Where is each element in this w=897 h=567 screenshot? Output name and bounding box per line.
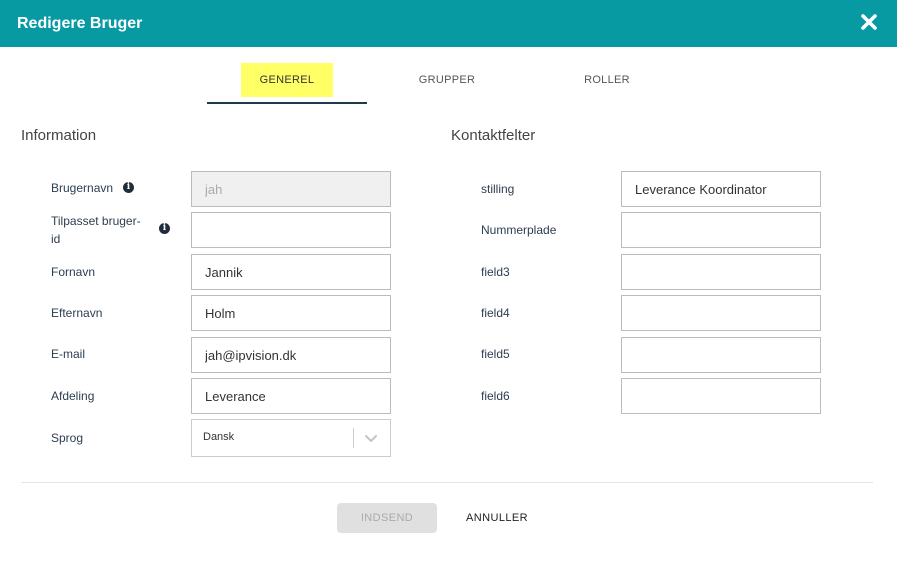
dialog-header: Redigere Bruger	[0, 0, 897, 47]
afdeling-field[interactable]	[191, 378, 391, 414]
email-label: E-mail	[51, 347, 86, 361]
brugernavn-label: Brugernavn	[51, 181, 114, 195]
tilpasset-bruger-id-field[interactable]	[191, 212, 391, 248]
cancel-button[interactable]: ANNULLER	[457, 503, 537, 533]
stilling-label: stilling	[481, 182, 515, 196]
submit-button[interactable]: INDSEND	[337, 503, 437, 533]
efternavn-field[interactable]	[191, 295, 391, 331]
efternavn-label: Efternavn	[51, 306, 103, 320]
kontaktfelter-section-title: Kontaktfelter	[451, 127, 536, 144]
field5-label: field5	[481, 347, 510, 361]
tilpasset-bruger-id-label-line1: Tilpasset bruger-	[51, 214, 141, 228]
field5-field[interactable]	[621, 337, 821, 373]
fornavn-label: Fornavn	[51, 265, 96, 279]
tilpasset-bruger-id-label-line2: id	[51, 232, 61, 246]
active-tab-indicator	[207, 102, 367, 104]
field4-label: field4	[481, 306, 510, 320]
field3-label: field3	[481, 265, 510, 279]
brugernavn-field	[191, 171, 391, 207]
close-icon[interactable]	[859, 12, 879, 32]
nummerplade-label: Nummerplade	[481, 223, 557, 237]
fornavn-field[interactable]	[191, 254, 391, 290]
tab-grupper[interactable]: GRUPPER	[402, 63, 492, 97]
information-section-title: Information	[21, 127, 97, 144]
chevron-down-icon[interactable]	[364, 432, 378, 444]
field3-field[interactable]	[621, 254, 821, 290]
tab-roller[interactable]: ROLLER	[562, 63, 652, 97]
sprog-select-value: Dansk	[203, 431, 235, 443]
info-icon[interactable]: i	[123, 182, 134, 193]
sprog-select[interactable]: Dansk	[191, 419, 391, 457]
field6-field[interactable]	[621, 378, 821, 414]
dialog-title: Redigere Bruger	[17, 15, 143, 32]
afdeling-label: Afdeling	[51, 389, 95, 403]
info-icon[interactable]: i	[159, 223, 170, 234]
sprog-label: Sprog	[51, 431, 84, 445]
email-field[interactable]	[191, 337, 391, 373]
tab-generel[interactable]: GENEREL	[241, 63, 333, 97]
field6-label: field6	[481, 389, 510, 403]
nummerplade-field[interactable]	[621, 212, 821, 248]
stilling-field[interactable]	[621, 171, 821, 207]
footer-divider	[21, 482, 873, 483]
field4-field[interactable]	[621, 295, 821, 331]
edit-user-dialog: Redigere Bruger GENEREL GRUPPER ROLLER I…	[0, 0, 897, 567]
select-separator	[353, 428, 354, 448]
